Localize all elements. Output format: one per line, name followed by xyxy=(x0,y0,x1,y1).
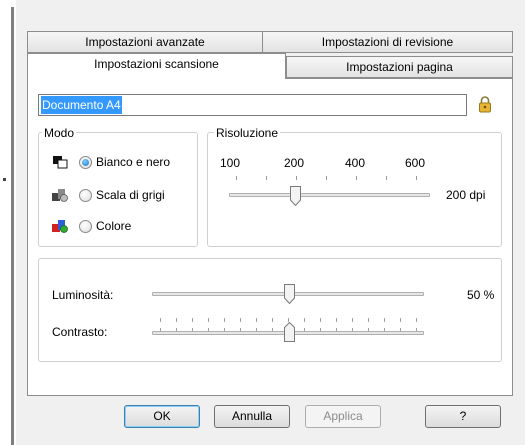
lock-icon[interactable] xyxy=(478,95,492,113)
profile-name-input[interactable]: Documento A4 xyxy=(38,94,467,116)
cancel-button[interactable]: Annulla xyxy=(214,405,290,428)
help-button[interactable]: ? xyxy=(425,405,501,428)
tab-advanced-settings[interactable]: Impostazioni avanzate xyxy=(27,31,263,53)
background-dot xyxy=(3,178,6,181)
apply-button[interactable]: Applica xyxy=(305,405,381,428)
window-frame-edge xyxy=(11,7,14,445)
tab-page-settings[interactable]: Impostazioni pagina xyxy=(286,56,513,78)
tab-scan-settings[interactable]: Impostazioni scansione xyxy=(27,53,286,79)
tab-review-settings[interactable]: Impostazioni di revisione xyxy=(262,31,513,53)
scan-settings-panel xyxy=(27,78,513,396)
profile-name-text: Documento A4 xyxy=(41,96,122,114)
ok-button[interactable]: OK xyxy=(124,405,200,428)
